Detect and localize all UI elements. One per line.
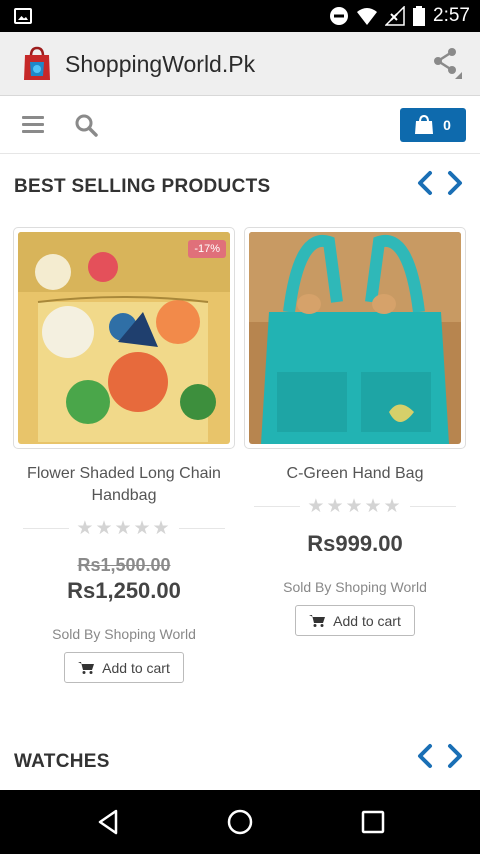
rating: ★★★★★ [244, 495, 466, 518]
star-rating-icons: ★★★★★ [69, 517, 179, 540]
seller: Sold By Shoping World [52, 626, 196, 642]
cart-count: 0 [443, 117, 451, 133]
no-signal-icon [385, 6, 405, 26]
status-time: 2:57 [433, 5, 470, 26]
image-icon [14, 8, 32, 24]
product-name[interactable]: Flower Shaded Long Chain Handbag [13, 463, 235, 507]
add-to-cart-label: Add to cart [102, 659, 170, 676]
section-title-watches: WATCHES [14, 751, 110, 772]
dnd-icon [330, 7, 349, 25]
cart-icon [78, 662, 95, 674]
status-bar: 2:57 [0, 0, 480, 32]
product-image-frame[interactable] [244, 227, 466, 449]
shopping-bag-logo-icon [24, 46, 50, 80]
product-image-flower-handbag[interactable] [18, 232, 230, 444]
chevron-left-icon[interactable] [415, 170, 435, 196]
add-to-cart-button[interactable]: Add to cart [64, 652, 184, 683]
recents-icon[interactable] [359, 808, 387, 836]
product-card[interactable]: -17% Flower Shaded Long Chain Handbag ★★… [13, 227, 235, 683]
section-title-best-selling: BEST SELLING PRODUCTS [14, 176, 271, 197]
add-to-cart-button[interactable]: Add to cart [295, 605, 415, 636]
price: Rs999.00 [307, 531, 403, 556]
navigation-bar [0, 790, 480, 854]
app-bar: ShoppingWorld.Pk [0, 32, 480, 96]
menu-icon[interactable] [22, 116, 44, 134]
cart-icon [309, 615, 326, 627]
app-title: ShoppingWorld.Pk [65, 51, 256, 77]
home-icon[interactable] [226, 808, 254, 836]
product-card[interactable]: C-Green Hand Bag ★★★★★ Rs999.00 Sold By … [244, 227, 466, 636]
share-icon[interactable] [430, 46, 462, 80]
chevron-left-icon[interactable] [415, 743, 435, 769]
wifi-icon [357, 8, 378, 25]
product-image-green-handbag[interactable] [249, 232, 461, 444]
chevron-right-icon[interactable] [445, 170, 465, 196]
old-price: Rs1,500.00 [77, 555, 171, 575]
rating: ★★★★★ [13, 517, 235, 540]
cart-button[interactable]: 0 [400, 108, 466, 142]
discount-badge: -17% [188, 240, 226, 258]
chevron-right-icon[interactable] [445, 743, 465, 769]
product-name[interactable]: C-Green Hand Bag [244, 463, 466, 485]
seller: Sold By Shoping World [283, 579, 427, 595]
back-icon[interactable] [94, 808, 122, 836]
search-icon[interactable] [74, 113, 98, 137]
add-to-cart-label: Add to cart [333, 612, 401, 629]
toolbar: 0 [0, 97, 480, 154]
battery-icon [413, 6, 426, 26]
star-rating-icons: ★★★★★ [300, 495, 410, 518]
price: Rs1,250.00 [67, 578, 181, 603]
product-image-frame[interactable]: -17% [13, 227, 235, 449]
shopping-bag-icon [415, 115, 434, 134]
